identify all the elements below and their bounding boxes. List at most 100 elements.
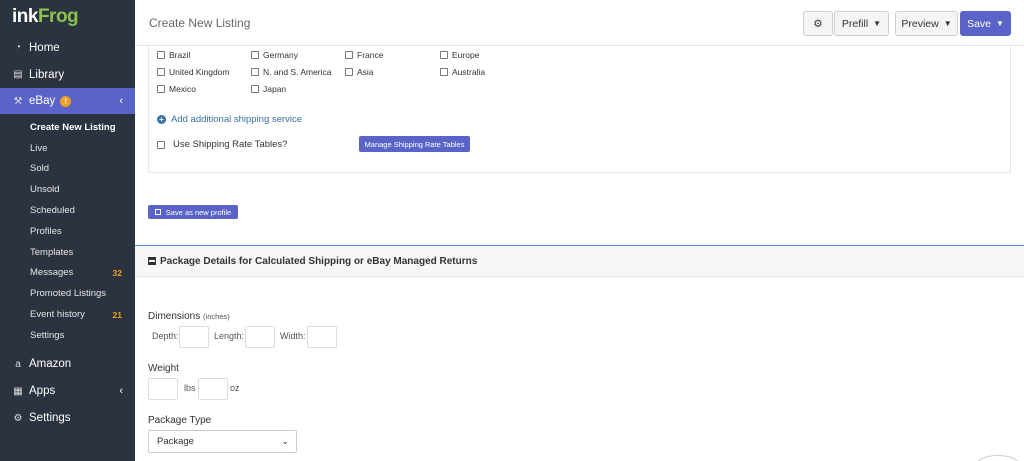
checkbox[interactable] xyxy=(157,68,165,76)
checkbox[interactable] xyxy=(345,51,353,59)
location-checkbox-united-kingdom[interactable]: United Kingdom xyxy=(157,67,229,77)
package-type-select[interactable]: Package ⌄ xyxy=(148,430,297,453)
nav-settings-label: Settings xyxy=(29,412,71,425)
package-details-header[interactable]: Package Details for Calculated Shipping … xyxy=(135,246,1024,277)
nav-amazon[interactable]: a Amazon xyxy=(0,351,135,378)
checkbox[interactable] xyxy=(157,51,165,59)
nav-ebay[interactable]: ⚒ eBay ! ‹ xyxy=(0,88,135,114)
checkbox[interactable] xyxy=(157,140,165,149)
weight-oz-input[interactable] xyxy=(198,378,228,400)
sub-item-messages[interactable]: Messages 32 xyxy=(0,263,135,284)
package-type-value: Package xyxy=(157,436,194,447)
checkbox-label: N. and S. America xyxy=(263,67,332,77)
save-as-new-profile-button[interactable]: Save as new profile xyxy=(148,205,238,219)
location-checkbox-france[interactable]: France xyxy=(345,50,383,60)
checkbox-label: Europe xyxy=(452,50,480,60)
sub-item-templates[interactable]: Templates xyxy=(0,242,135,263)
sub-item-sold[interactable]: Sold xyxy=(0,159,135,180)
checkbox-label: Germany xyxy=(263,50,298,60)
location-checkbox-germany[interactable]: Germany xyxy=(251,50,298,60)
sub-item-label: Profiles xyxy=(30,225,62,237)
dashboard-icon: ◔ xyxy=(14,42,22,53)
checkbox-label: Asia xyxy=(357,67,374,77)
prefill-button[interactable]: Prefill ▼ xyxy=(834,11,889,36)
use-shipping-rate-tables-checkbox[interactable]: Use Shipping Rate Tables? xyxy=(157,139,287,150)
checkbox[interactable] xyxy=(440,68,448,76)
length-input[interactable] xyxy=(245,326,275,348)
chevron-down-icon: ⌄ xyxy=(281,436,289,446)
main-content: Brazil Germany France Europe United King… xyxy=(135,46,1024,461)
location-checkbox-n-and-s-america[interactable]: N. and S. America xyxy=(251,67,332,77)
preview-button[interactable]: Preview ▼ xyxy=(895,11,958,36)
preview-label: Preview xyxy=(901,17,939,30)
add-shipping-service-link[interactable]: + Add additional shipping service xyxy=(157,114,302,125)
ebay-submenu: Create New Listing Live Sold Unsold Sche… xyxy=(0,114,135,351)
top-bar: Create New Listing ⚙ Prefill ▼ Preview ▼ S… xyxy=(135,0,1024,46)
shipping-panel: Brazil Germany France Europe United King… xyxy=(148,46,1011,173)
checkbox-label: Brazil xyxy=(169,50,191,60)
location-checkbox-australia[interactable]: Australia xyxy=(440,67,485,77)
inkfrog-logo[interactable]: ink Frog xyxy=(0,0,135,34)
checkbox-label: Use Shipping Rate Tables? xyxy=(173,139,288,150)
sub-item-event-history[interactable]: Event history 21 xyxy=(0,304,135,325)
checkbox[interactable] xyxy=(251,51,259,59)
chat-widget[interactable] xyxy=(976,455,1020,461)
width-input[interactable] xyxy=(307,326,337,348)
plus-circle-icon: + xyxy=(157,115,166,124)
checkbox[interactable] xyxy=(251,85,259,93)
package-type-label: Package Type xyxy=(148,415,212,426)
manage-shipping-rate-tables-button[interactable]: Manage Shipping Rate Tables xyxy=(359,136,470,152)
sub-item-profiles[interactable]: Profiles xyxy=(0,221,135,242)
oz-label: oz xyxy=(230,383,240,393)
nav-apps-label: Apps xyxy=(29,385,56,398)
collapse-icon[interactable] xyxy=(148,257,156,265)
location-checkbox-mexico[interactable]: Mexico xyxy=(157,84,196,94)
depth-input[interactable] xyxy=(179,326,209,348)
sub-item-label: Sold xyxy=(30,163,50,175)
width-label: Width: xyxy=(280,331,306,341)
sub-item-live[interactable]: Live xyxy=(0,138,135,159)
sub-item-label: Messages xyxy=(30,267,74,279)
nav-ebay-label: eBay xyxy=(29,95,56,107)
warning-badge: ! xyxy=(60,95,72,107)
depth-label: Depth: xyxy=(152,331,179,341)
save-button[interactable]: Save ▼ xyxy=(960,11,1011,36)
checkbox-label: France xyxy=(357,50,384,60)
sub-item-promoted-listings[interactable]: Promoted Listings xyxy=(0,283,135,304)
sub-item-label: Live xyxy=(30,142,48,154)
file-icon: ▤ xyxy=(13,69,23,80)
chevron-left-icon: ‹ xyxy=(119,385,123,398)
apps-icon: ▦ xyxy=(13,385,23,397)
amazon-icon: a xyxy=(15,358,21,370)
location-checkbox-asia[interactable]: Asia xyxy=(345,67,374,77)
nav-apps[interactable]: ▦ Apps ‹ xyxy=(0,378,135,405)
sub-item-unsold[interactable]: Unsold xyxy=(0,179,135,200)
nav-home[interactable]: ◔ Home xyxy=(0,34,135,61)
checkbox-label: Japan xyxy=(263,84,287,94)
weight-lbs-input[interactable] xyxy=(148,378,178,400)
sub-item-create-new-listing[interactable]: Create New Listing xyxy=(0,117,135,138)
page-title: Create New Listing xyxy=(149,16,251,30)
checkbox-label: Australia xyxy=(452,67,486,77)
length-label: Length: xyxy=(214,331,245,341)
section-title: Package Details for Calculated Shipping … xyxy=(160,255,478,267)
save-profile-label: Save as new profile xyxy=(165,207,232,217)
messages-count: 32 xyxy=(112,267,122,278)
location-checkbox-europe[interactable]: Europe xyxy=(440,50,479,60)
sub-item-settings[interactable]: Settings xyxy=(0,325,135,346)
prefill-label: Prefill xyxy=(841,17,869,30)
location-checkbox-brazil[interactable]: Brazil xyxy=(157,50,190,60)
sub-item-label: Create New Listing xyxy=(30,121,116,133)
nav-settings[interactable]: ⚙ Settings xyxy=(0,405,135,432)
sidebar: ink Frog ◔ Home ▤ Library ⚒ eBay ! ‹ Crea… xyxy=(0,0,135,461)
checkbox[interactable] xyxy=(251,68,259,76)
nav-library[interactable]: ▤ Library xyxy=(0,61,135,88)
location-checkbox-japan[interactable]: Japan xyxy=(251,84,286,94)
logo-text-frog: Frog xyxy=(37,6,79,27)
sub-item-scheduled[interactable]: Scheduled xyxy=(0,200,135,221)
settings-button[interactable]: ⚙ xyxy=(803,11,833,36)
checkbox[interactable] xyxy=(345,68,353,76)
weight-label: Weight xyxy=(148,363,179,374)
checkbox[interactable] xyxy=(440,51,448,59)
checkbox[interactable] xyxy=(157,85,165,93)
